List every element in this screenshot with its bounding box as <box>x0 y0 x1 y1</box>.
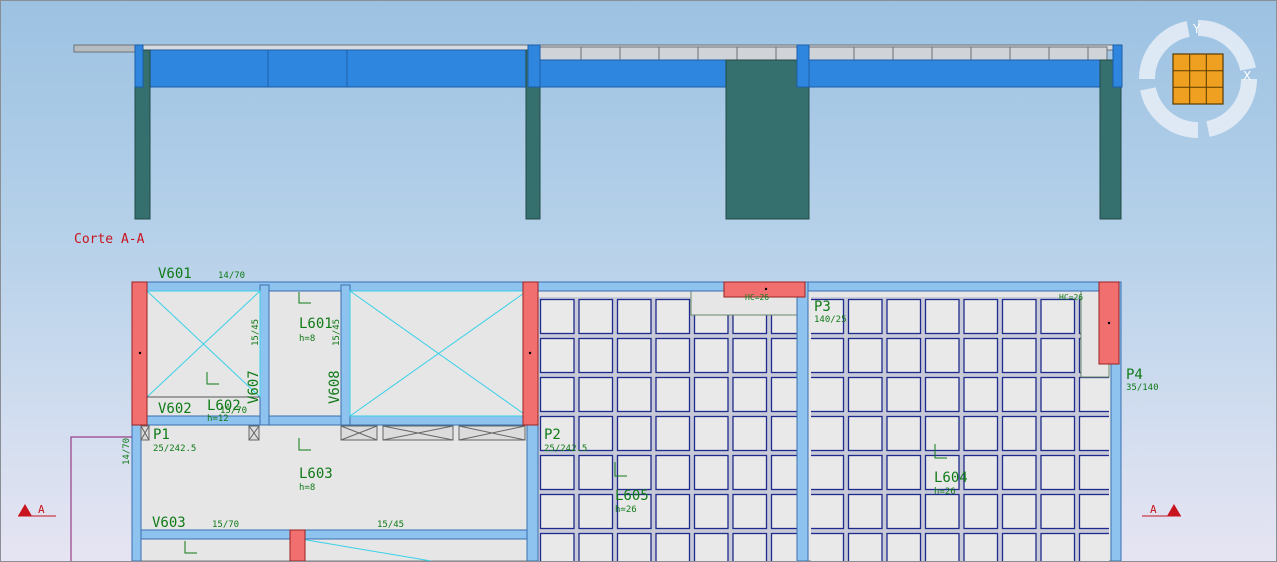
view-cube-icon[interactable]: Y X <box>1139 20 1257 138</box>
slab-h-l603: h=8 <box>299 483 315 493</box>
plan-beam-v602 <box>131 415 533 426</box>
section-beam-1 <box>148 49 528 88</box>
beam-dim-v608: 15/45 <box>332 319 342 346</box>
cad-viewport[interactable]: Corte A-A Y X V601 14/70 V602 V603 15/70… <box>0 0 1277 562</box>
beam-label-v608: V608 <box>327 370 343 404</box>
beam-dim-v603: 15/70 <box>212 520 239 530</box>
pillar-dim-p1: 25/242.5 <box>153 444 196 454</box>
pillar-label-p3: P3 <box>814 299 831 315</box>
section-view <box>73 44 1123 220</box>
plan-beam-v601 <box>131 281 1122 292</box>
cut-marker-right-label: A <box>1150 503 1157 516</box>
waffle-strip-left <box>538 46 798 61</box>
plan-beam-v603 <box>131 529 533 540</box>
section-column-1-cap <box>134 44 144 88</box>
pillar-dim-p4: 35/140 <box>1126 383 1159 393</box>
beam-dim-left: 14/70 <box>122 438 132 465</box>
section-beam-2 <box>539 59 1101 88</box>
section-column-4-cap <box>796 44 810 88</box>
hc-mark-1: HC=26 <box>745 293 769 302</box>
cut-marker-left-label: A <box>38 503 45 516</box>
view-cube-y-label: Y <box>1192 22 1201 36</box>
waffle-slab-l605 <box>538 297 797 561</box>
drawing-canvas[interactable]: Corte A-A Y X V601 14/70 V602 V603 15/70… <box>1 1 1276 561</box>
waffle-slab-l604 <box>811 297 1109 561</box>
pillar-label-p4: P4 <box>1126 367 1143 383</box>
plan-beam-p3 <box>796 281 809 561</box>
pillar-bottom <box>289 529 306 561</box>
view-cube-x-label: X <box>1243 69 1251 83</box>
slab-h-l604: h=26 <box>934 487 956 497</box>
slab-label-l601: L601 <box>299 316 333 332</box>
beam-dim-v607: 15/45 <box>251 319 261 346</box>
pillar-dim-p3: 140/25 <box>814 315 847 325</box>
section-title: Corte A-A <box>74 232 145 247</box>
beam-label-v607: V607 <box>246 370 262 404</box>
hc-mark-2: HC=26 <box>1059 293 1083 302</box>
section-column-5-cap <box>1112 44 1123 88</box>
beam-label-v601: V601 <box>158 266 192 282</box>
beam-label-v602: V602 <box>158 401 192 417</box>
slab-h-l601: h=8 <box>299 334 315 344</box>
slab-label-l603: L603 <box>299 466 333 482</box>
cut-marker-right[interactable]: A <box>1142 503 1181 517</box>
pillar-dim-p2: 25/242.5 <box>544 444 587 454</box>
slab-label-l605: L605 <box>615 488 649 504</box>
beam-label-v603: V603 <box>152 515 186 531</box>
pillar-label-p1: P1 <box>153 427 170 443</box>
slab-label-l604: L604 <box>934 470 968 486</box>
beam-dim-v601: 14/70 <box>218 271 245 281</box>
slab-dim-l602: 15/70 <box>220 406 247 416</box>
beam-dim-v603-b: 15/45 <box>377 520 404 530</box>
slab-overhang <box>73 44 137 53</box>
slab-h-l605: h=26 <box>615 505 637 515</box>
cut-marker-left[interactable]: A <box>18 503 56 517</box>
pillar-label-p2: P2 <box>544 427 561 443</box>
section-column-2-cap <box>527 44 541 88</box>
